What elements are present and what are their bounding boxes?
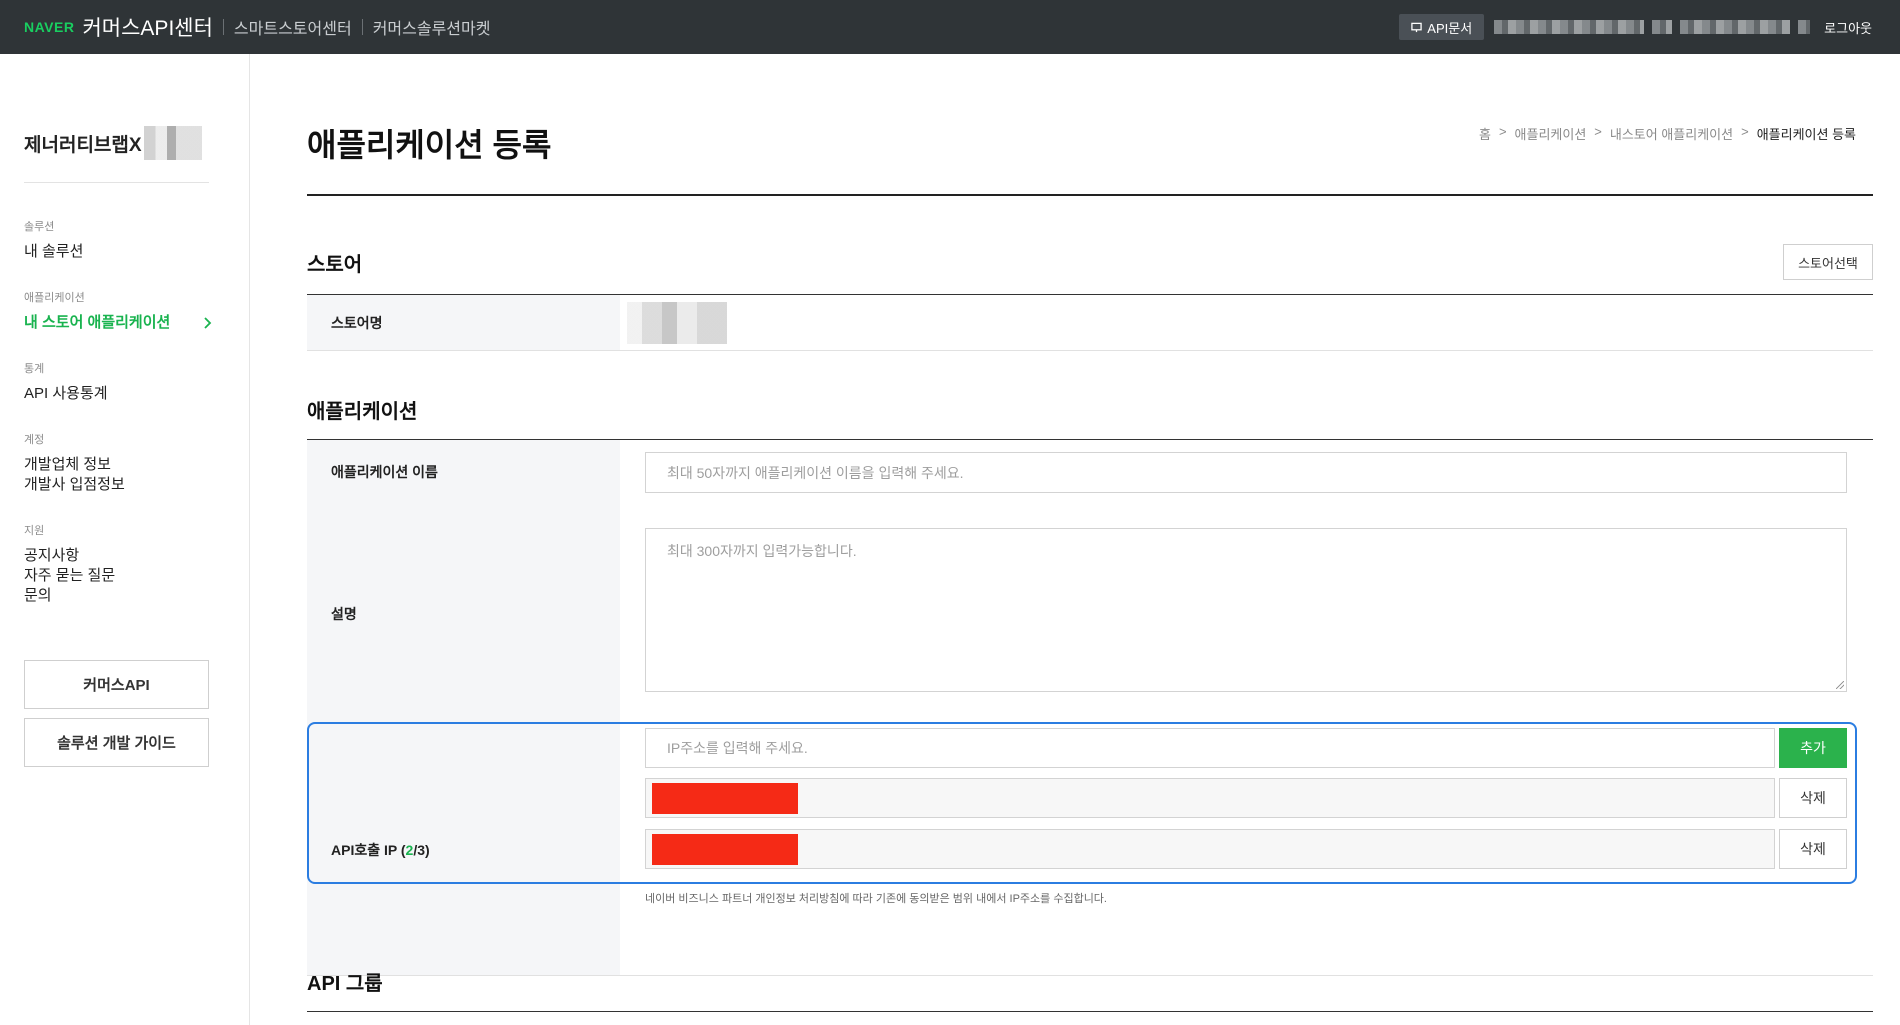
store-select-button[interactable]: 스토어선택	[1783, 244, 1873, 280]
solution-dev-guide-button[interactable]: 솔루션 개발 가이드	[24, 718, 209, 767]
breadcrumb-separator: >	[1594, 124, 1602, 139]
ip-entry-1	[645, 778, 1775, 818]
app-name-input[interactable]: 최대 50자까지 애플리케이션 이름을 입력해 주세요.	[645, 452, 1847, 493]
sidebar-item-my-store-application[interactable]: 내 스토어 애플리케이션	[24, 313, 212, 333]
redacted-account-info	[1680, 20, 1791, 34]
naver-logo[interactable]: NAVER	[24, 19, 74, 35]
description-label: 설명	[307, 504, 620, 724]
app-name-label: 애플리케이션 이름	[307, 440, 620, 504]
sidebar-item-label: 문의	[24, 587, 52, 604]
title-divider	[307, 194, 1873, 196]
resize-grip-icon[interactable]	[1836, 681, 1844, 689]
redacted-store-suffix	[143, 126, 202, 160]
section-divider	[307, 1011, 1873, 1012]
application-section-title: 애플리케이션	[307, 401, 418, 423]
brand[interactable]: NAVER 커머스API센터	[24, 12, 213, 42]
api-doc-label: API문서	[1427, 20, 1473, 36]
breadcrumb-home[interactable]: 홈	[1479, 124, 1491, 143]
monitor-icon	[1411, 22, 1423, 32]
sidebar: 제너러티브랩X 솔루션 내 솔루션 애플리케이션 내 스토어 애플리케이션 통계…	[0, 54, 250, 1025]
redacted-account-info	[1798, 20, 1811, 34]
breadcrumb-separator: >	[1741, 124, 1749, 139]
sidebar-item-api-usage-stats[interactable]: API 사용통계	[24, 384, 212, 404]
sidebar-item-inquiry[interactable]: 문의	[24, 586, 212, 606]
redacted-ip	[652, 834, 798, 865]
ip-collection-notice: 네이버 비즈니스 파트너 개인정보 처리방침에 따라 기존에 동의받은 범위 내…	[645, 893, 1107, 905]
api-ip-label-suffix: /3)	[413, 841, 430, 858]
sidebar-item-label: 자주 묻는 질문	[24, 567, 116, 584]
nav-group-application: 애플리케이션 내 스토어 애플리케이션	[24, 289, 212, 333]
sidebar-item-label: 개발업체 정보	[24, 456, 111, 473]
sidebar-item-my-solution[interactable]: 내 솔루션	[24, 242, 212, 262]
description-placeholder: 최대 300자까지 입력가능합니다.	[667, 543, 857, 559]
sidebar-item-developer-info[interactable]: 개발업체 정보	[24, 455, 212, 475]
delete-ip-button[interactable]: 삭제	[1779, 829, 1847, 869]
commerce-solution-market-link[interactable]: 커머스솔루션마켓	[373, 15, 491, 39]
add-ip-button[interactable]: 추가	[1779, 728, 1847, 768]
smartstore-center-link[interactable]: 스마트스토어센터	[234, 15, 352, 39]
api-ip-label: API호출 IP (2/3)	[307, 724, 620, 975]
nav-category: 솔루션	[24, 221, 55, 233]
center-title[interactable]: 커머스API센터	[82, 12, 212, 42]
sidebar-item-label: 개발사 입점정보	[24, 476, 125, 493]
breadcrumb-my-store-application[interactable]: 내스토어 애플리케이션	[1610, 124, 1733, 143]
divider	[361, 19, 363, 35]
divider	[222, 19, 224, 35]
store-name-label: 스토어명	[307, 295, 620, 350]
nav-group-solution: 솔루션 내 솔루션	[24, 218, 212, 262]
commerce-api-button[interactable]: 커머스API	[24, 660, 209, 709]
breadcrumb: 홈 > 애플리케이션 > 내스토어 애플리케이션 > 애플리케이션 등록	[1479, 124, 1856, 143]
store-title: 제너러티브랩X	[24, 126, 202, 160]
breadcrumb-current: 애플리케이션 등록	[1756, 127, 1856, 142]
nav-group-stats: 통계 API 사용통계	[24, 360, 212, 404]
ip-address-input[interactable]: IP주소를 입력해 주세요.	[645, 728, 1775, 768]
top-right-area: API문서 로그아웃	[1399, 0, 1872, 54]
store-section-title: 스토어	[307, 254, 363, 276]
sidebar-item-developer-entry-info[interactable]: 개발사 입점정보	[24, 475, 212, 495]
api-ip-count: 2	[405, 841, 414, 858]
divider	[24, 182, 209, 183]
nav-category: 지원	[24, 525, 45, 537]
sidebar-item-label: 내 스토어 애플리케이션	[24, 314, 171, 331]
page-title: 애플리케이션 등록	[307, 127, 552, 163]
top-navigation-bar: NAVER 커머스API센터 스마트스토어센터 커머스솔루션마켓 API문서 로…	[0, 0, 1900, 54]
logout-link[interactable]: 로그아웃	[1824, 18, 1872, 37]
breadcrumb-application[interactable]: 애플리케이션	[1515, 124, 1587, 143]
nav-category: 통계	[24, 363, 45, 375]
chevron-right-icon	[204, 317, 212, 329]
redacted-ip	[652, 783, 798, 814]
sidebar-item-label: API 사용통계	[24, 385, 108, 402]
redacted-account-info	[1494, 20, 1645, 34]
ip-entry-2	[645, 829, 1775, 869]
nav-category: 계정	[24, 434, 45, 446]
nav-group-account: 계정 개발업체 정보 개발사 입점정보	[24, 431, 212, 495]
store-name-row: 스토어명	[307, 295, 1873, 351]
delete-ip-button[interactable]: 삭제	[1779, 778, 1847, 818]
sidebar-item-notices[interactable]: 공지사항	[24, 546, 212, 566]
api-ip-label-prefix: API호출 IP (	[331, 841, 406, 858]
api-doc-button[interactable]: API문서	[1399, 14, 1485, 40]
api-group-section-title: API 그룹	[307, 973, 383, 995]
redacted-account-info	[1652, 20, 1673, 34]
store-title-text: 제너러티브랩X	[24, 134, 142, 156]
breadcrumb-separator: >	[1498, 124, 1507, 139]
nav-category: 애플리케이션	[24, 292, 85, 304]
sidebar-item-label: 공지사항	[24, 547, 80, 564]
redacted-store-name	[627, 302, 727, 344]
nav-group-support: 지원 공지사항 자주 묻는 질문 문의	[24, 522, 212, 606]
sidebar-item-label: 내 솔루션	[24, 243, 84, 260]
sidebar-item-faq[interactable]: 자주 묻는 질문	[24, 566, 212, 586]
description-textarea[interactable]: 최대 300자까지 입력가능합니다.	[645, 528, 1847, 692]
